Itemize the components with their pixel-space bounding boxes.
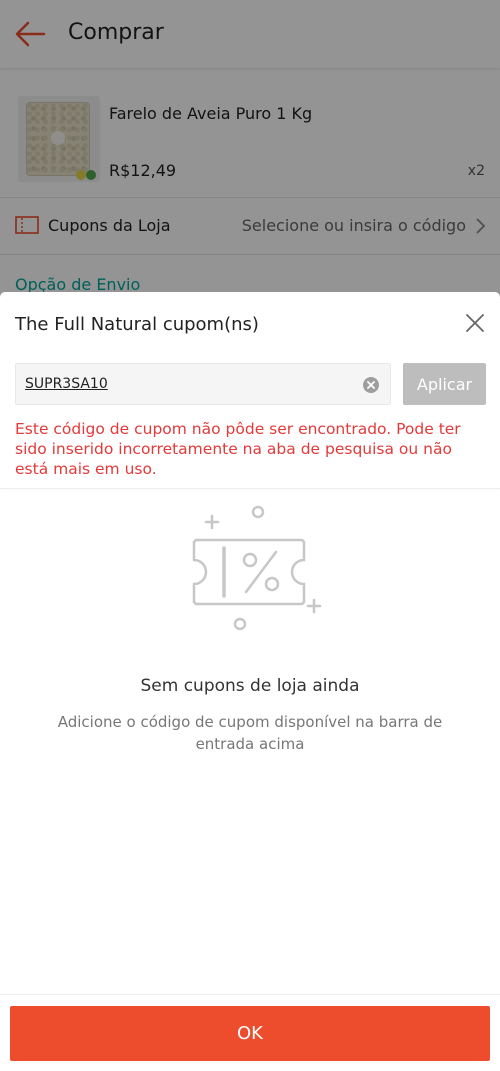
coupon-sheet: The Full Natural cupom(ns) Aplicar Este …	[0, 292, 500, 1071]
modal-backdrop[interactable]	[0, 0, 500, 300]
sheet-title: The Full Natural cupom(ns)	[15, 314, 259, 335]
empty-state-subtitle: Adicione o código de cupom disponível na…	[57, 713, 443, 753]
coupon-percent-icon	[190, 502, 330, 632]
footer-divider	[0, 994, 500, 995]
coupon-code-field[interactable]	[15, 363, 391, 405]
coupon-code-input[interactable]	[25, 374, 345, 394]
ok-button[interactable]: OK	[10, 1006, 490, 1061]
divider	[0, 488, 500, 489]
apply-button[interactable]: Aplicar	[403, 363, 486, 405]
clear-input-icon[interactable]	[362, 376, 380, 394]
error-message: Este código de cupom não pôde ser encont…	[15, 420, 461, 478]
close-icon[interactable]	[464, 312, 486, 334]
empty-state-title: Sem cupons de loja ainda	[140, 676, 360, 696]
